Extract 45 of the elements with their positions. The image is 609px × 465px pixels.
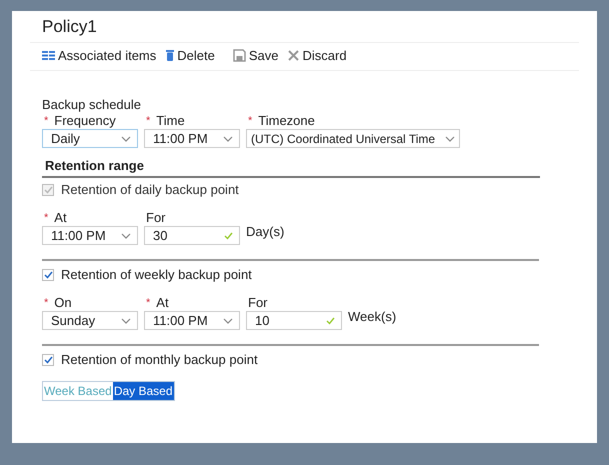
unit-label: Day(s): [246, 224, 284, 238]
required-marker: *: [248, 114, 252, 126]
toolbar-button[interactable]: Save: [232, 48, 278, 63]
toolbar-button[interactable]: Discard: [288, 48, 347, 63]
field-label: Time: [156, 113, 185, 128]
field-label: Frequency: [54, 113, 116, 128]
toolbar-button[interactable]: Associated items: [42, 48, 156, 63]
dropdown[interactable]: 11:00 PM: [144, 311, 240, 330]
dropdown[interactable]: Sunday: [42, 311, 138, 330]
panel-title: Policy1: [30, 17, 579, 43]
grid-icon: [42, 51, 55, 60]
close-icon: [288, 50, 300, 61]
toolbar-button[interactable]: Delete: [166, 48, 215, 63]
chevron-icon: [121, 232, 131, 238]
section-heading: Retention range: [42, 158, 540, 178]
segment-tab[interactable]: Day Based: [112, 382, 174, 400]
save-icon: [232, 49, 246, 62]
dropdown[interactable]: 11:00 PM: [144, 129, 240, 148]
checkbox-label: Retention of weekly backup point: [61, 267, 252, 282]
section-label: Backup schedule: [42, 97, 142, 112]
required-marker: *: [44, 212, 48, 224]
chevron-icon: [223, 136, 233, 142]
unit-label: Week(s): [348, 308, 396, 324]
checkbox-label: Retention of daily backup point: [61, 182, 239, 197]
required-marker: *: [44, 114, 48, 126]
field-label: At: [54, 210, 67, 225]
required-marker: *: [44, 296, 48, 308]
field-label: At: [156, 295, 169, 310]
field-label: For: [146, 210, 166, 225]
dropdown[interactable]: (UTC) Coordinated Universal Time: [246, 129, 460, 148]
chevron-icon: [445, 136, 455, 142]
field-label: Timezone: [258, 113, 315, 128]
dropdown[interactable]: Daily: [42, 129, 138, 148]
chevron-icon: [121, 136, 131, 142]
required-marker: *: [146, 114, 150, 126]
chevron-icon: [223, 318, 233, 324]
chevron-icon: [121, 318, 131, 324]
checkbox-label: Retention of monthly backup point: [61, 352, 258, 367]
field-label: On: [54, 295, 72, 310]
trash-icon: [166, 50, 174, 61]
checkbox[interactable]: [42, 268, 54, 280]
input-field[interactable]: 10: [246, 311, 342, 330]
field-label: For: [248, 295, 268, 310]
required-marker: *: [146, 296, 150, 308]
checkbox[interactable]: [42, 354, 54, 366]
